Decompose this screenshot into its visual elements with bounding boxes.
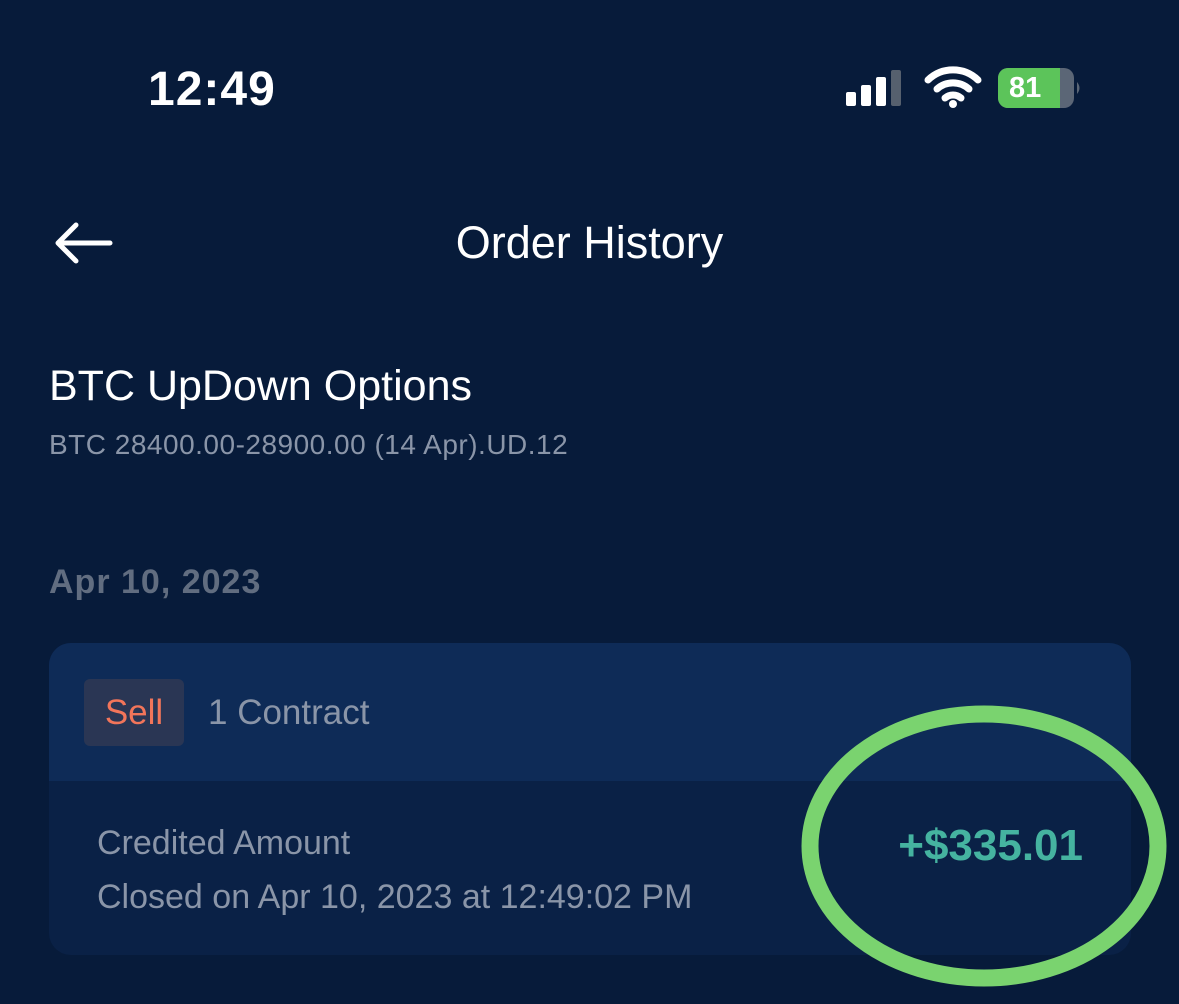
order-card[interactable]: Sell 1 Contract Credited Amount Closed o… — [49, 643, 1131, 955]
wifi-icon — [924, 66, 982, 108]
order-card-header: Sell 1 Contract — [49, 643, 1131, 781]
status-time: 12:49 — [148, 63, 276, 116]
cellular-signal-icon — [846, 70, 901, 106]
page-title: Order History — [455, 217, 724, 268]
credited-amount-label: Credited Amount — [97, 824, 351, 862]
credited-amount-value: +$335.01 — [898, 821, 1083, 870]
date-heading: Apr 10, 2023 — [49, 563, 262, 601]
product-title: BTC UpDown Options — [49, 362, 472, 410]
contract-count: 1 Contract — [208, 693, 370, 732]
order-history-screen: 12:49 81 Order History BTC UpDown Option… — [0, 0, 1179, 1004]
closed-timestamp: Closed on Apr 10, 2023 at 12:49:02 PM — [97, 878, 693, 916]
product-subtitle: BTC 28400.00-28900.00 (14 Apr).UD.12 — [49, 429, 569, 460]
sell-badge: Sell — [84, 679, 184, 746]
battery-level: 81 — [1009, 72, 1042, 104]
